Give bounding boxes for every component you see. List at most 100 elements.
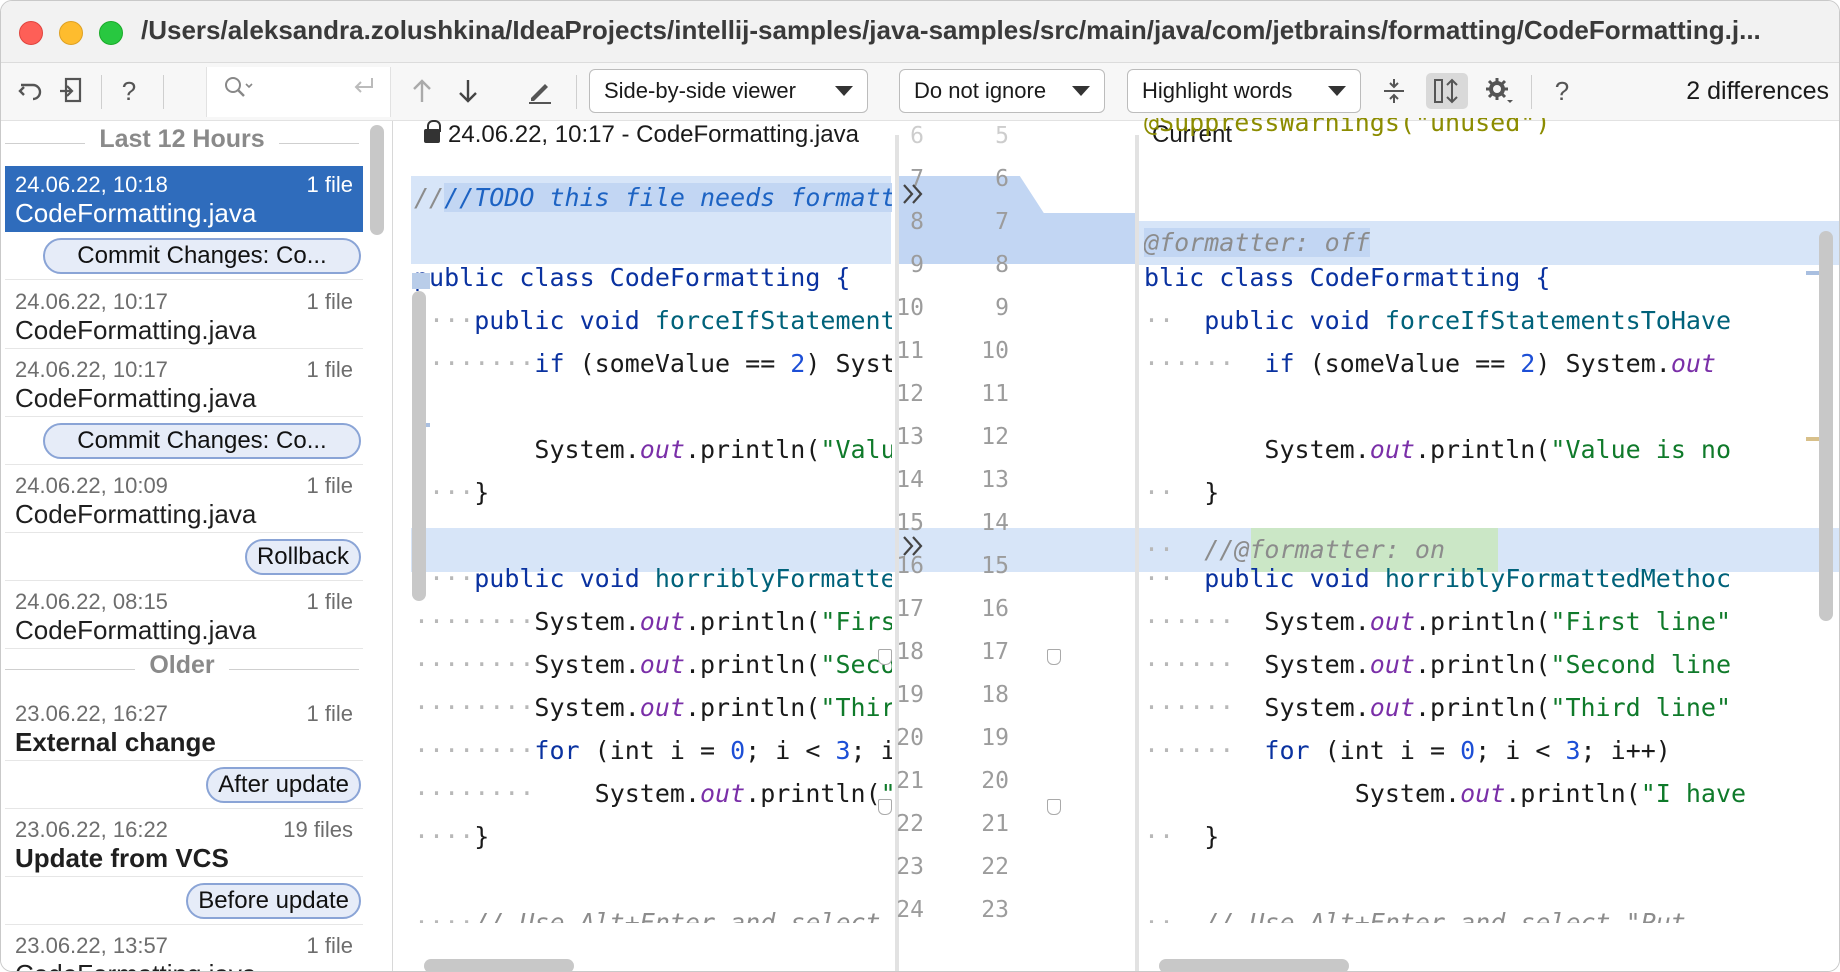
code-line: ······ System.out.println("First line" <box>1144 607 1732 636</box>
fold-icon[interactable] <box>878 649 892 665</box>
right-vertical-scrollbar[interactable] <box>1819 231 1833 621</box>
fold-icon[interactable] <box>1047 649 1061 665</box>
history-tag-row[interactable]: After update <box>5 761 363 809</box>
history-scrollbar[interactable] <box>370 125 384 235</box>
code-line: ·· } <box>1144 478 1220 507</box>
viewer-mode-select[interactable]: Side-by-side viewer <box>589 69 868 113</box>
after-update-tag: After update <box>206 767 361 803</box>
history-item[interactable]: 24.06.22, 10:09 1 file CodeFormatting.ja… <box>5 467 363 533</box>
history-tag-row[interactable]: Commit Changes: Co... <box>5 232 363 280</box>
history-item-name: CodeFormatting.java <box>15 959 256 971</box>
history-item-name: CodeFormatting.java <box>15 499 257 529</box>
diff-window: /Users/aleksandra.zolushkina/IdeaProject… <box>0 0 1840 972</box>
history-tag-row[interactable]: Rollback <box>5 533 363 581</box>
left-vertical-scrollbar[interactable] <box>412 291 426 601</box>
line-number: 7 <box>995 209 1009 235</box>
chevron-down-icon <box>1072 86 1090 96</box>
history-item-name: CodeFormatting.java <box>15 315 257 345</box>
code-line: ·· public void forceIfStatementsToHave <box>1144 306 1732 335</box>
minimize-window-button[interactable] <box>59 21 83 45</box>
search-input[interactable] <box>206 67 391 117</box>
line-number: 18 <box>981 682 1009 708</box>
history-item-count: 1 file <box>306 357 353 382</box>
apply-change-icon[interactable] <box>901 528 927 572</box>
line-number: 15 <box>981 553 1009 579</box>
fold-icon[interactable] <box>878 799 892 815</box>
line-number: 13 <box>981 467 1009 493</box>
code-line: ······ System.out.println("Second line <box>1144 650 1732 679</box>
code-line: ······ for (int i = 0; i < 3; i++) <box>1144 736 1671 765</box>
left-pane-title: 24.06.22, 10:17 - CodeFormatting.java <box>448 121 859 148</box>
code-line: public class CodeFormatting { <box>414 263 851 292</box>
collapse-unchanged-icon[interactable] <box>1376 73 1412 109</box>
code-line: ········ System.out.println("I hav <box>414 779 892 808</box>
history-item-date: 23.06.22, 13:57 <box>15 933 168 958</box>
history-item-count: 1 file <box>306 289 353 314</box>
line-number: 5 <box>995 123 1009 149</box>
history-item-date: 23.06.22, 16:22 <box>15 817 168 842</box>
line-number: 19 <box>981 725 1009 751</box>
history-item[interactable]: 23.06.22, 16:22 19 files Update from VCS <box>5 811 363 877</box>
right-horizontal-scrollbar[interactable] <box>1159 959 1349 971</box>
history-tag-row[interactable]: Commit Changes: Co... <box>5 417 363 465</box>
settings-icon[interactable] <box>1481 73 1517 109</box>
undo-icon[interactable] <box>13 73 49 109</box>
revert-file-icon[interactable] <box>53 73 89 109</box>
history-item[interactable]: 24.06.22, 10:17 1 file CodeFormatting.ja… <box>5 351 363 417</box>
history-item[interactable]: 24.06.22, 10:18 1 file CodeFormatting.ja… <box>5 166 363 232</box>
history-item[interactable]: 24.06.22, 08:15 1 file CodeFormatting.ja… <box>5 583 363 649</box>
ignore-mode-select[interactable]: Do not ignore <box>899 69 1105 113</box>
code-line: ········System.out.println("Second l: <box>414 650 892 679</box>
code-line: ······ if (someValue == 2) System.out <box>1144 349 1716 378</box>
history-item-date: 24.06.22, 08:15 <box>15 589 168 614</box>
code-line: ·· public void horriblyFormattedMethoc <box>1144 564 1732 593</box>
inspection-ok-icon <box>394 133 434 177</box>
help-icon[interactable]: ? <box>111 73 147 109</box>
history-item-date: 24.06.22, 10:17 <box>15 357 168 382</box>
before-update-tag: Before update <box>186 883 361 919</box>
code-line: ········System.out.println("Third lin <box>414 693 892 722</box>
code-line: System.out.println("I have <box>1354 779 1747 808</box>
left-pane-header: 24.06.22, 10:17 - CodeFormatting.java <box>424 120 859 155</box>
help-icon[interactable]: ? <box>1544 73 1580 109</box>
history-item-date: 24.06.22, 10:17 <box>15 289 168 314</box>
close-window-button[interactable] <box>19 21 43 45</box>
history-item-date: 24.06.22, 10:18 <box>15 172 168 197</box>
zoom-window-button[interactable] <box>99 21 123 45</box>
history-item-name: External change <box>15 727 216 757</box>
code-line: ····} <box>414 478 490 507</box>
code-line: System.out.println("Value is <box>534 435 892 464</box>
diff-editor: 24.06.22, 10:17 - CodeFormatting.java Cu… <box>394 118 1839 971</box>
history-item[interactable]: 23.06.22, 16:27 1 file External change <box>5 695 363 761</box>
history-item[interactable]: 23.06.22, 13:57 1 file CodeFormatting.ja… <box>5 927 363 971</box>
warning-marker <box>1806 437 1820 441</box>
fold-icon[interactable] <box>1047 799 1061 815</box>
sync-scroll-icon[interactable] <box>1426 73 1468 109</box>
history-item[interactable]: 24.06.22, 10:17 1 file CodeFormatting.ja… <box>5 283 363 349</box>
highlight-mode-select[interactable]: Highlight words <box>1127 69 1361 113</box>
code-line: ····} <box>414 822 490 851</box>
code-line: ········for (int i = 0; i < 3; i++) <box>414 736 892 765</box>
history-item-count: 1 file <box>306 701 353 726</box>
code-line: System.out.println("Value is no <box>1264 435 1732 464</box>
chevron-down-icon <box>835 86 853 96</box>
line-number: 9 <box>995 295 1009 321</box>
left-horizontal-scrollbar[interactable] <box>424 959 574 971</box>
history-tag-row[interactable]: Before update <box>5 877 363 925</box>
code-line: ·· // Use Alt+Enter and select "Put <box>1144 908 1686 923</box>
code-line: ········System.out.println("First lin <box>414 607 892 636</box>
edit-icon[interactable] <box>522 73 558 109</box>
history-item-name: Update from VCS <box>15 843 229 873</box>
code-line: ····// Use Alt+Enter and select "Put <box>414 908 881 923</box>
line-number: 14 <box>981 510 1009 536</box>
up-arrow-icon[interactable] <box>404 73 440 109</box>
local-history-list[interactable]: Last 12 Hours 24.06.22, 10:18 1 file Cod… <box>1 121 393 971</box>
history-item-date: 24.06.22, 10:09 <box>15 473 168 498</box>
apply-change-icon[interactable] <box>901 176 927 220</box>
title-bar: /Users/aleksandra.zolushkina/IdeaProject… <box>1 1 1839 63</box>
search-icon <box>223 75 253 106</box>
line-number: 10 <box>981 338 1009 364</box>
down-arrow-icon[interactable] <box>450 73 486 109</box>
viewer-mode-label: Side-by-side viewer <box>604 78 796 103</box>
code-line: ······ System.out.println("Third line" <box>1144 693 1732 722</box>
